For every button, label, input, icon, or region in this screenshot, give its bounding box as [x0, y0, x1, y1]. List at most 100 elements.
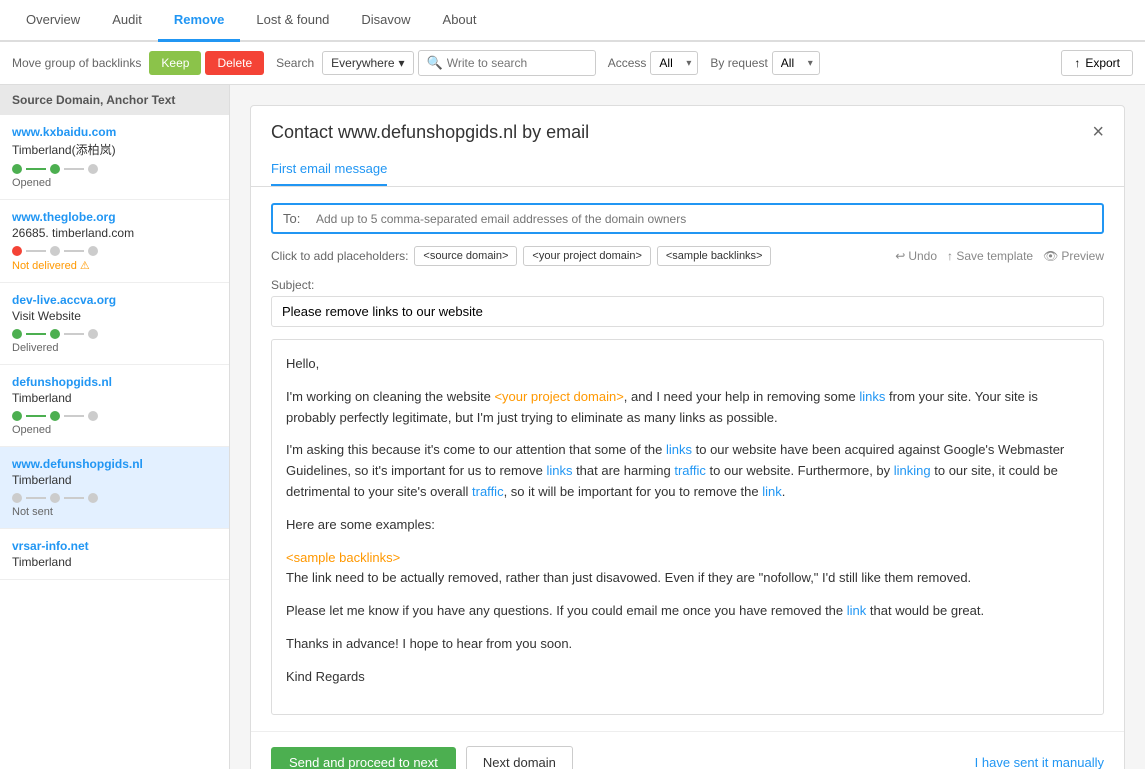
- sidebar-anchor: Timberland: [12, 391, 217, 405]
- subject-wrap: Subject:: [271, 278, 1104, 327]
- toolbar: Move group of backlinks Keep Delete Sear…: [0, 42, 1145, 85]
- to-field: To:: [271, 203, 1104, 234]
- progress-line: [26, 415, 46, 417]
- preview-label: Preview: [1061, 249, 1104, 263]
- list-item[interactable]: dev-live.accva.org Visit Website Deliver…: [0, 283, 229, 365]
- body-para3b: <sample backlinks> The link need to be a…: [286, 548, 1089, 590]
- link-highlight: link: [847, 603, 867, 618]
- placeholder-highlight: <your project domain>: [494, 389, 623, 404]
- byrequest-select-wrap: All: [772, 51, 820, 75]
- modal-body: To: Click to add placeholders: <source d…: [251, 187, 1124, 731]
- list-item[interactable]: www.kxbaidu.com Timberland(添柏岚) Opened: [0, 115, 229, 200]
- sidebar: Source Domain, Anchor Text www.kxbaidu.c…: [0, 85, 230, 769]
- move-group-label: Move group of backlinks: [12, 56, 141, 70]
- everywhere-dropdown[interactable]: Everywhere ▾: [322, 51, 413, 75]
- progress-dot: [50, 411, 60, 421]
- search-group: Search Everywhere ▾ 🔍: [276, 50, 596, 76]
- subject-input[interactable]: [271, 296, 1104, 327]
- list-item[interactable]: defunshopgids.nl Timberland Opened: [0, 365, 229, 447]
- manual-button[interactable]: I have sent it manually: [975, 755, 1104, 769]
- progress-line: [64, 168, 84, 170]
- email-body[interactable]: Hello, I'm working on cleaning the websi…: [271, 339, 1104, 715]
- save-template-button[interactable]: ↑ Save template: [947, 249, 1033, 263]
- link-highlight: links: [859, 389, 885, 404]
- search-input-wrap: 🔍: [418, 50, 596, 76]
- delete-button[interactable]: Delete: [205, 51, 264, 75]
- undo-icon: ↩: [895, 249, 905, 263]
- modal-title: Contact www.defunshopgids.nl by email: [271, 122, 589, 143]
- body-para5: Thanks in advance! I hope to hear from y…: [286, 634, 1089, 655]
- keep-button[interactable]: Keep: [149, 51, 201, 75]
- modal-header: Contact www.defunshopgids.nl by email ×: [251, 106, 1124, 143]
- progress-line: [64, 497, 84, 499]
- placeholder-source-btn[interactable]: <source domain>: [414, 246, 517, 266]
- progress-dot: [50, 493, 60, 503]
- access-select-wrap: All: [650, 51, 698, 75]
- placeholder-backlinks-btn[interactable]: <sample backlinks>: [657, 246, 772, 266]
- preview-button[interactable]: 👁 Preview: [1043, 249, 1104, 263]
- tab-overview[interactable]: Overview: [10, 0, 96, 42]
- tab-first-email[interactable]: First email message: [271, 153, 387, 186]
- progress-dot: [12, 493, 22, 503]
- to-input[interactable]: [316, 212, 1092, 226]
- body-para3: Here are some examples:: [286, 515, 1089, 536]
- tab-remove[interactable]: Remove: [158, 0, 241, 42]
- body-greeting: Hello,: [286, 354, 1089, 375]
- progress-dot: [88, 164, 98, 174]
- nav-tabs: Overview Audit Remove Lost & found Disav…: [0, 0, 1145, 42]
- access-select[interactable]: All: [651, 52, 697, 74]
- link-highlight: traffic: [674, 463, 706, 478]
- progress-dot: [12, 411, 22, 421]
- body-para6: Kind Regards: [286, 667, 1089, 688]
- next-domain-button[interactable]: Next domain: [466, 746, 573, 769]
- list-item[interactable]: www.theglobe.org 26685. timberland.com N…: [0, 200, 229, 283]
- link-highlight: linking: [894, 463, 931, 478]
- list-item[interactable]: vrsar-info.net Timberland: [0, 529, 229, 580]
- dropdown-arrow-icon: ▾: [399, 56, 405, 70]
- search-input[interactable]: [447, 56, 587, 70]
- progress-bar: [12, 411, 217, 421]
- placeholder-project-btn[interactable]: <your project domain>: [523, 246, 650, 266]
- send-button[interactable]: Send and proceed to next: [271, 747, 456, 769]
- progress-dot: [50, 164, 60, 174]
- progress-line: [26, 497, 46, 499]
- move-group: Move group of backlinks Keep Delete: [12, 51, 264, 75]
- export-button[interactable]: ↑ Export: [1061, 50, 1133, 76]
- status-text: Opened: [12, 424, 217, 436]
- sidebar-domain: vrsar-info.net: [12, 539, 217, 553]
- modal-footer: Send and proceed to next Next domain I h…: [251, 731, 1124, 769]
- search-icon: 🔍: [427, 55, 443, 71]
- progress-bar: [12, 493, 217, 503]
- link-highlight: links: [546, 463, 572, 478]
- content-area: Contact www.defunshopgids.nl by email × …: [230, 85, 1145, 769]
- undo-button[interactable]: ↩ Undo: [895, 249, 937, 263]
- body-para2: I'm asking this because it's come to our…: [286, 440, 1089, 502]
- status-text: Delivered: [12, 342, 217, 354]
- status-text: Opened: [12, 177, 217, 189]
- status-text: Not delivered ⚠: [12, 259, 217, 272]
- tab-lost-found[interactable]: Lost & found: [240, 0, 345, 42]
- main-layout: Source Domain, Anchor Text www.kxbaidu.c…: [0, 85, 1145, 769]
- sidebar-anchor: Timberland: [12, 555, 217, 569]
- tab-disavow[interactable]: Disavow: [345, 0, 426, 42]
- close-button[interactable]: ×: [1092, 122, 1104, 142]
- action-links: ↩ Undo ↑ Save template 👁 Preview: [895, 249, 1104, 263]
- list-item[interactable]: www.defunshopgids.nl Timberland Not sent: [0, 447, 229, 529]
- tab-audit[interactable]: Audit: [96, 0, 158, 42]
- contact-modal: Contact www.defunshopgids.nl by email × …: [250, 105, 1125, 769]
- progress-line: [26, 333, 46, 335]
- progress-line: [26, 168, 46, 170]
- progress-line: [64, 250, 84, 252]
- byrequest-select[interactable]: All: [773, 52, 819, 74]
- sidebar-anchor: Timberland(添柏岚): [12, 141, 217, 158]
- link-highlight: links: [666, 442, 692, 457]
- status-text: Not sent: [12, 506, 217, 518]
- progress-line: [64, 415, 84, 417]
- sidebar-domain: www.defunshopgids.nl: [12, 457, 217, 471]
- sidebar-anchor: Visit Website: [12, 309, 217, 323]
- undo-label: Undo: [908, 249, 937, 263]
- tab-about[interactable]: About: [427, 0, 493, 42]
- progress-bar: [12, 329, 217, 339]
- sidebar-domain: defunshopgids.nl: [12, 375, 217, 389]
- modal-tabs: First email message: [251, 153, 1124, 187]
